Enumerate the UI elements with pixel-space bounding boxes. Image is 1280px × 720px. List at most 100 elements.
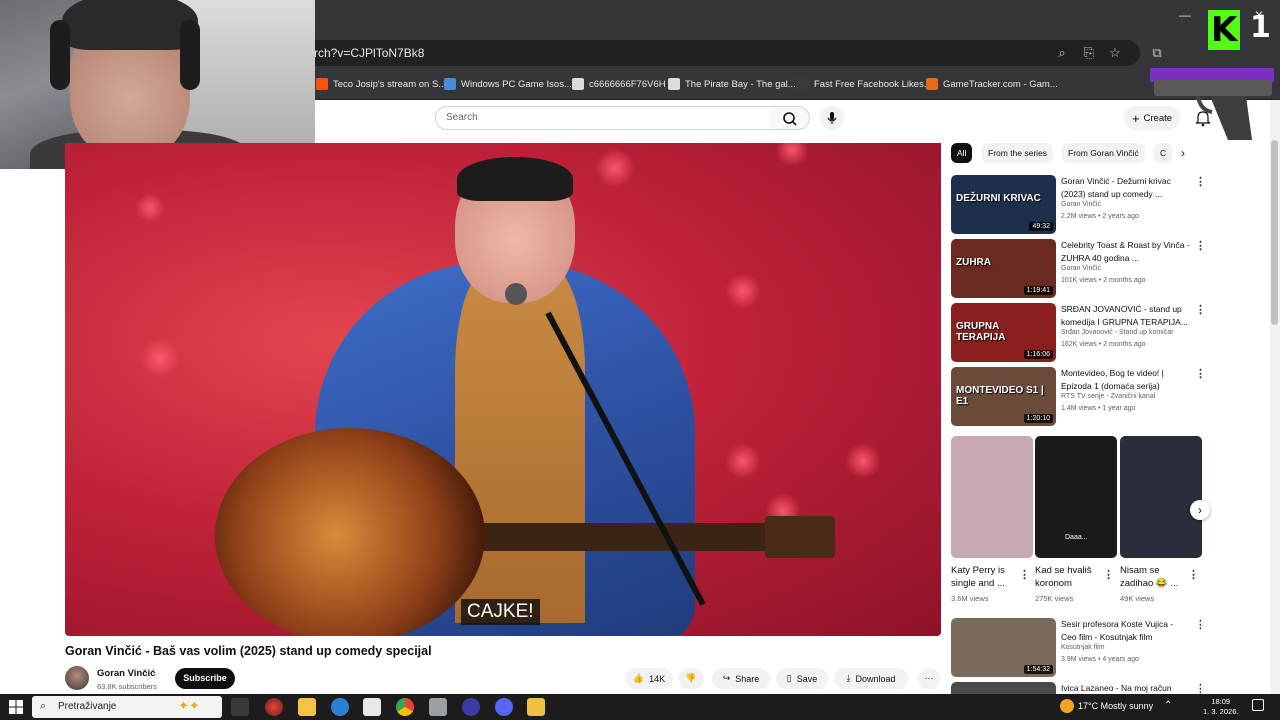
search-page-icon[interactable]: ⌕	[1053, 44, 1071, 62]
video-thumbnail[interactable]: 1:54:32	[951, 618, 1056, 677]
short-title[interactable]: Kad se hvališ koronom	[1035, 564, 1105, 590]
bookmark-favicon-icon	[668, 78, 680, 90]
task-view-icon[interactable]	[231, 698, 249, 716]
filter-chip[interactable]: C	[1154, 143, 1173, 163]
bookmark-favicon-icon	[797, 78, 809, 90]
video-thumbnail[interactable]: DEŽURNI KRIVAC 49:32	[951, 175, 1056, 234]
gameapp-icon[interactable]	[462, 698, 480, 716]
search-button[interactable]	[770, 106, 810, 130]
recommended-video[interactable]: GRUPNA TERAPIJA 1:16:06 SRĐAN JOVANOVIĆ - …	[951, 303, 1206, 363]
taskbar-search-text[interactable]: Pretraživanje	[58, 701, 116, 712]
video-meta: 2.2M views • 2 years ago	[1061, 213, 1139, 220]
short-thumbnail[interactable]: Daaa...	[1035, 436, 1117, 558]
voice-search-button[interactable]	[820, 106, 844, 130]
video-title-link[interactable]: Goran Vinčić - Dežurni krivac (2023) sta…	[1061, 175, 1191, 200]
thumbnail-text: MONTEVIDEO S1 | E1	[956, 385, 1044, 407]
download-button[interactable]: ⤓ Download	[834, 668, 908, 689]
notifications-bell-icon[interactable]	[1194, 108, 1212, 128]
more-vertical-icon[interactable]: ⋮	[1188, 568, 1199, 581]
filter-chip[interactable]: From the series	[982, 143, 1054, 163]
store-icon[interactable]	[363, 698, 381, 716]
bookmark-star-icon[interactable]: ☆	[1106, 44, 1124, 62]
video-title: Goran Vinčić - Baš vas volim (2025) stan…	[65, 644, 432, 658]
taskbar-weather[interactable]: 17°C Mostly sunny	[1078, 701, 1153, 711]
more-actions-button[interactable]: ⋯	[918, 668, 940, 689]
more-vertical-icon[interactable]: ⋮	[1195, 367, 1206, 380]
extensions-icon[interactable]: ⧉	[1148, 44, 1166, 62]
video-title-link[interactable]: Celebrity Toast & Roast by Vinča - ZUHRA…	[1061, 239, 1191, 264]
recommended-video[interactable]: 1:54:32 Sesir profesora Koste Vujica - Ce…	[951, 618, 1201, 678]
video-title-link[interactable]: Sesir profesora Koste Vujica - Ceo film …	[1061, 618, 1191, 643]
bookmark-item[interactable]: GameTracker.com - Gam...	[926, 76, 1058, 92]
video-title-link[interactable]: Montevideo, Bog te video! | Epizoda 1 (d…	[1061, 367, 1191, 392]
short-title[interactable]: Katy Perry is single and ...	[951, 564, 1021, 590]
more-vertical-icon[interactable]: ⋮	[1195, 239, 1206, 252]
short-title[interactable]: Nisam se zadihao 😂 ...	[1120, 564, 1190, 590]
recommended-video[interactable]: Ivica Lazaneo - Na moj račun ⋮	[951, 682, 1201, 694]
video-channel[interactable]: Srđan Jovanović - Stand up komičar	[1061, 329, 1173, 336]
subscribe-button[interactable]: Subscribe	[175, 668, 235, 689]
video-thumbnail[interactable]: GRUPNA TERAPIJA 1:16:06	[951, 303, 1056, 362]
search-placeholder[interactable]: Search	[446, 112, 478, 123]
minimize-icon[interactable]: —	[1172, 8, 1198, 28]
url-text[interactable]: rch?v=CJPlToN7Bk8	[314, 46, 424, 60]
url-field[interactable]	[300, 40, 1140, 66]
bookmark-favicon-icon	[572, 78, 584, 90]
more-vertical-icon[interactable]: ⋮	[1195, 618, 1201, 631]
thumbnail-text: ZUHRA	[956, 257, 991, 268]
edge-icon[interactable]	[331, 698, 349, 716]
file-explorer-icon[interactable]	[298, 698, 316, 716]
bookmark-item[interactable]: The Pirate Bay - The gal...	[668, 76, 796, 92]
bookmark-item[interactable]: Teco Josip's stream on S...	[316, 76, 446, 92]
more-vertical-icon[interactable]: ⋮	[1103, 568, 1114, 581]
channel-avatar[interactable]	[65, 666, 89, 690]
short-thumbnail[interactable]	[951, 436, 1033, 558]
notification-center-icon[interactable]	[1252, 699, 1264, 711]
shorts-next-arrow-icon[interactable]: ›	[1190, 500, 1210, 520]
dislike-button[interactable]: 👎	[678, 668, 704, 689]
notes-icon[interactable]	[527, 698, 545, 716]
like-button[interactable]: 👍 14K	[625, 668, 673, 689]
recommended-video[interactable]: MONTEVIDEO S1 | E1 1:20:10 Montevideo, Bog…	[951, 367, 1206, 427]
video-channel[interactable]: Kosutnjak film	[1061, 644, 1105, 651]
video-title-link[interactable]: Ivica Lazaneo - Na moj račun	[1061, 682, 1191, 694]
recommended-video[interactable]: DEŽURNI KRIVAC 49:32 Goran Vinčić - Dežurn…	[951, 175, 1206, 235]
guitar-body	[215, 428, 485, 636]
windows-start-icon[interactable]	[8, 699, 24, 715]
bookmark-item[interactable]: Windows PC Game Isos...	[444, 76, 572, 92]
discord-icon[interactable]	[495, 698, 513, 716]
share-button[interactable]: ↪ Share	[712, 668, 770, 689]
install-app-icon[interactable]: ⎘	[1080, 44, 1098, 62]
video-thumbnail[interactable]	[951, 682, 1056, 694]
app-icon[interactable]	[429, 698, 447, 716]
more-vertical-icon[interactable]: ⋮	[1195, 175, 1206, 188]
search-input[interactable]	[435, 106, 771, 130]
tray-chevron-icon[interactable]: ⌃	[1164, 700, 1172, 711]
bookmark-item[interactable]: Fast Free Facebook Likes...	[797, 76, 932, 92]
scrollbar-thumb[interactable]	[1271, 140, 1278, 325]
filter-chip[interactable]: All	[951, 143, 973, 163]
bookmark-item[interactable]: c6666666F76V6H	[572, 76, 666, 92]
channel-name[interactable]: Goran Vinčić	[97, 668, 155, 679]
video-channel[interactable]: Goran Vinčić	[1061, 265, 1101, 272]
save-label: Save	[796, 673, 818, 684]
chrome-icon[interactable]	[396, 698, 414, 716]
create-button[interactable]: + Create	[1124, 106, 1180, 130]
more-vertical-icon[interactable]: ⋮	[1195, 303, 1206, 316]
video-title-link[interactable]: SRĐAN JOVANOVIĆ - stand up komedija I GR…	[1061, 303, 1191, 328]
microphone-icon	[827, 112, 837, 124]
more-vertical-icon[interactable]: ⋮	[1195, 682, 1201, 694]
recommended-video[interactable]: ZUHRA 1:19:41 Celebrity Toast & Roast by V…	[951, 239, 1206, 299]
video-channel[interactable]: Goran Vinčić	[1061, 201, 1101, 208]
obs-icon[interactable]	[265, 698, 283, 716]
video-player[interactable]: CAJKE!	[65, 143, 941, 636]
short-thumbnail[interactable]	[1120, 436, 1202, 558]
video-channel[interactable]: RTS TV serije - Zvanični kanal	[1061, 393, 1155, 400]
taskbar-clock[interactable]: 18:09 1. 3. 2026.	[1203, 697, 1238, 717]
filter-chip[interactable]: From Goran Vinčić	[1062, 143, 1145, 163]
chip-scroll-right-icon[interactable]: ›	[1181, 146, 1185, 160]
save-button[interactable]: ▯ Save	[776, 668, 828, 689]
video-thumbnail[interactable]: ZUHRA 1:19:41	[951, 239, 1056, 298]
more-vertical-icon[interactable]: ⋮	[1019, 568, 1030, 581]
video-thumbnail[interactable]: MONTEVIDEO S1 | E1 1:20:10	[951, 367, 1056, 426]
